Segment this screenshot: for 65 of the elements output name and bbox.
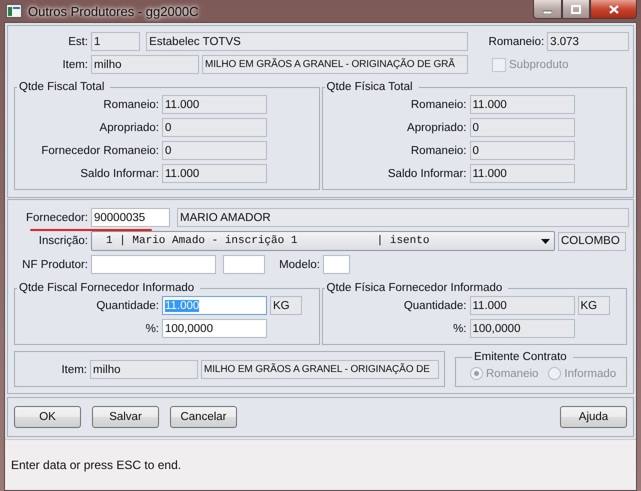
- dropdown-caret-icon: [541, 238, 550, 244]
- field-label: Romaneio:: [488, 36, 544, 48]
- text-field[interactable]: 3.073: [547, 32, 630, 51]
- dialog-button[interactable]: Cancelar: [170, 406, 237, 428]
- field-label: Modelo:: [278, 258, 320, 270]
- text-field[interactable]: KG: [578, 296, 610, 315]
- text-field[interactable]: 0: [470, 141, 574, 160]
- field-label: Est:: [67, 36, 88, 48]
- close-icon: [608, 4, 618, 14]
- field-label: %:: [452, 322, 466, 334]
- percent-field[interactable]: 100,0000: [470, 319, 574, 338]
- maximize-icon: [571, 4, 581, 14]
- text-field[interactable]: KG: [270, 296, 302, 315]
- group-title: Qtde Física Total: [326, 81, 414, 93]
- field-label: Quantidade:: [95, 300, 159, 312]
- field-label: Apropriado:: [98, 122, 159, 134]
- help-button[interactable]: Ajuda: [560, 406, 627, 428]
- text-field[interactable]: milho: [91, 55, 199, 74]
- field-label: %:: [144, 322, 159, 334]
- status-text: Enter data or press ESC to end.: [11, 458, 182, 472]
- text-field[interactable]: 0: [162, 141, 267, 160]
- field-label: Romaneio:: [102, 98, 159, 110]
- input-field[interactable]: [223, 255, 265, 274]
- text-field[interactable]: 1: [91, 32, 140, 51]
- maximize-button[interactable]: [562, 0, 590, 19]
- window-title: Outros Produtores - gg2000C: [28, 4, 200, 18]
- dialog-button[interactable]: Salvar: [92, 406, 159, 428]
- field-label: Quantidade:: [402, 300, 466, 312]
- field-label: Romaneio:: [410, 98, 466, 110]
- group-title: Emitente Contrato: [473, 351, 568, 363]
- text-field[interactable]: milho: [90, 360, 198, 379]
- field-label: Item:: [60, 364, 87, 376]
- text-field[interactable]: 0: [162, 118, 267, 137]
- supplier-code-field[interactable]: 90000035: [91, 208, 170, 227]
- text-field[interactable]: MARIO AMADOR: [177, 208, 629, 227]
- group-title: Qtde Fiscal Fornecedor Informado: [18, 282, 196, 294]
- text-field[interactable]: 11.000: [470, 95, 574, 114]
- text-field[interactable]: MILHO EM GRÃOS A GRANEL - ORIGINAÇÃO DE GRÃ: [202, 55, 468, 74]
- dialog-button[interactable]: OK: [14, 406, 81, 428]
- field-label: Inscrição:: [38, 235, 88, 247]
- field-label: Saldo Informar:: [79, 168, 159, 180]
- quantity-field[interactable]: 11.000: [470, 296, 574, 315]
- percent-field[interactable]: 100,0000: [162, 319, 267, 338]
- field-label: Saldo Informar:: [386, 168, 466, 180]
- field-label: Fornecedor:: [24, 212, 88, 224]
- field-label: Apropriado:: [406, 122, 466, 134]
- field-label: NF Produtor:: [21, 258, 88, 270]
- text-field[interactable]: COLOMBO: [558, 232, 626, 250]
- field-label: Romaneio:: [410, 144, 466, 156]
- text-field[interactable]: MILHO EM GRÃOS A GRANEL - ORIGINAÇÃO DE: [201, 360, 439, 379]
- text-field[interactable]: 11.000: [470, 164, 574, 183]
- inscricao-dropdown[interactable]: 1 | Mario Amado - inscrição 1 | isento: [91, 231, 555, 251]
- field-label: Item:: [61, 58, 88, 70]
- text-field[interactable]: Estabelec TOTVS: [146, 32, 468, 51]
- window-icon: [6, 4, 22, 18]
- text-field[interactable]: 11.000: [162, 164, 267, 183]
- field-label: Fornecedor Romaneio:: [40, 144, 159, 156]
- group-title: Qtde Física Fornecedor Informado: [326, 282, 504, 294]
- text-field[interactable]: 0: [470, 118, 574, 137]
- input-field[interactable]: [91, 255, 216, 274]
- group-title: Qtde Fiscal Total: [18, 81, 106, 93]
- text-field[interactable]: 11.000: [162, 95, 267, 114]
- minimize-button[interactable]: [533, 0, 562, 19]
- close-button[interactable]: [590, 0, 637, 19]
- input-field[interactable]: [323, 255, 350, 274]
